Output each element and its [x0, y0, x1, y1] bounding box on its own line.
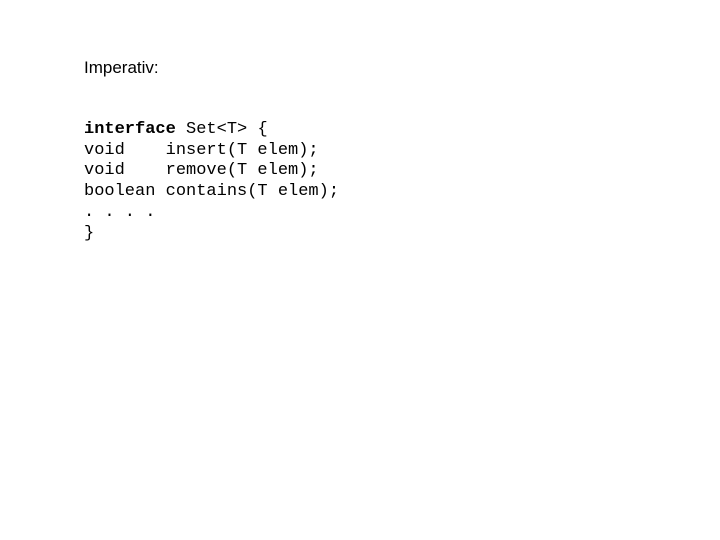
section-heading: Imperativ:	[84, 58, 720, 78]
slide-content: Imperativ: interface Set<T> { void inser…	[0, 0, 720, 244]
code-block: interface Set<T> { void insert(T elem); …	[84, 120, 720, 244]
code-line-4: boolean contains(T elem);	[84, 182, 339, 201]
code-line-5: . . . .	[84, 203, 155, 222]
code-line-3: void remove(T elem);	[84, 161, 319, 180]
code-line-2: void insert(T elem);	[84, 141, 319, 160]
code-line-1-rest: Set<T> {	[176, 120, 268, 139]
keyword-interface: interface	[84, 120, 176, 139]
code-line-6: }	[84, 224, 94, 243]
